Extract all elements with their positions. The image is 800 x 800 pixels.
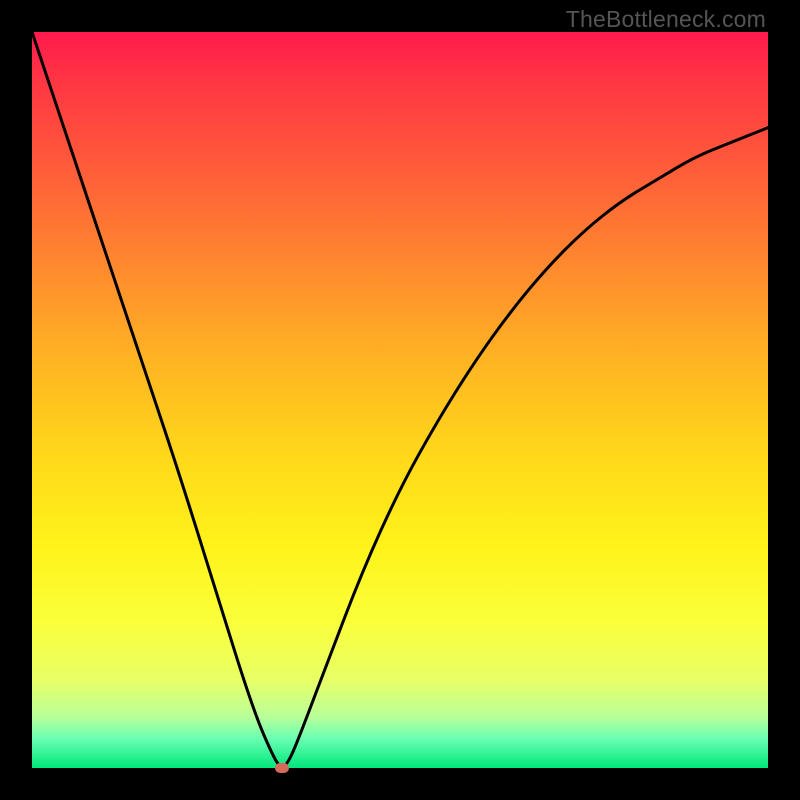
optimum-marker bbox=[275, 763, 289, 773]
bottleneck-curve bbox=[32, 32, 768, 768]
plot-area bbox=[32, 32, 768, 768]
watermark-text: TheBottleneck.com bbox=[566, 6, 766, 33]
chart-frame: TheBottleneck.com bbox=[0, 0, 800, 800]
